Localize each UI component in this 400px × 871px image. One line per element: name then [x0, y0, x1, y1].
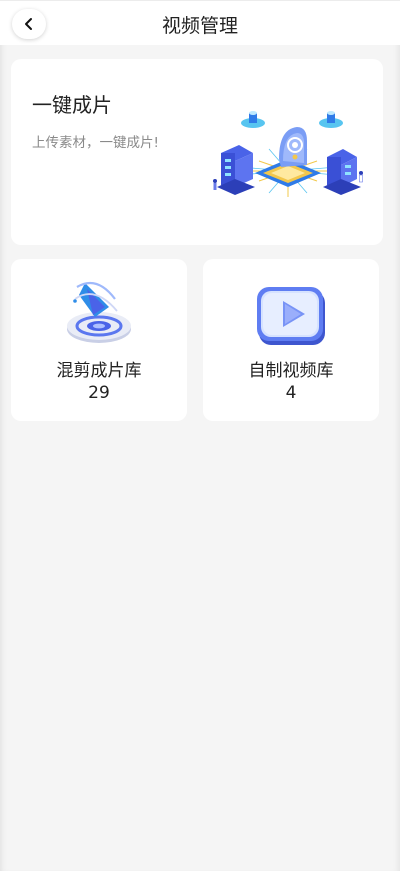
hero-title: 一键成片: [32, 93, 112, 117]
one-click-video-card[interactable]: 一键成片 上传素材，一键成片!: [11, 59, 383, 245]
self-made-video-library-card[interactable]: 自制视频库 4: [203, 259, 379, 421]
top-bar: 视频管理: [0, 0, 400, 45]
library-count: 29: [88, 383, 110, 403]
library-count: 4: [285, 383, 297, 403]
library-label: 自制视频库: [248, 361, 334, 381]
mix-cut-library-icon: [67, 281, 131, 343]
ai-chip-illustration-icon: [213, 111, 363, 197]
play-video-library-icon: [257, 287, 325, 345]
hero-subtitle: 上传素材，一键成片!: [32, 135, 159, 151]
mix-cut-library-card[interactable]: 混剪成片库 29: [11, 259, 187, 421]
app-screen: 视频管理 一键成片 上传素材，一键成片! 混剪成片库 29 自制视频库 4: [0, 0, 400, 871]
library-label: 混剪成片库: [56, 361, 142, 381]
page-title: 视频管理: [161, 15, 238, 37]
